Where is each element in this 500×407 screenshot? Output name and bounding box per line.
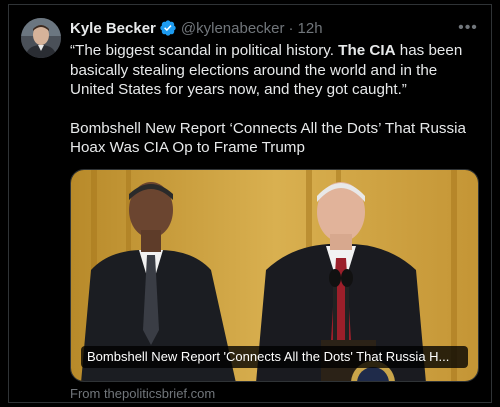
quote-open: “The biggest scandal in political histor…	[70, 42, 339, 59]
author-handle[interactable]: @kylenabecker	[181, 20, 285, 37]
link-card[interactable]: Bombshell New Report 'Connects All the D…	[70, 169, 479, 382]
more-options-icon[interactable]: •••	[458, 20, 478, 36]
verified-badge-icon	[159, 19, 177, 37]
header-separator: ·	[288, 19, 294, 37]
avatar[interactable]	[21, 18, 61, 58]
card-source[interactable]: From thepoliticsbrief.com	[70, 386, 215, 401]
tweet-text: “The biggest scandal in political histor…	[70, 41, 482, 158]
quote-bold: The CIA	[338, 42, 396, 59]
tweet-headline: Bombshell New Report ‘Connects All the D…	[70, 119, 466, 157]
tweet-header: Kyle Becker @kylenabecker · 12h	[70, 18, 323, 38]
tweet-quote: “The biggest scandal in political histor…	[70, 41, 482, 100]
card-title[interactable]: Bombshell New Report 'Connects All the D…	[81, 346, 468, 368]
author-name[interactable]: Kyle Becker	[70, 20, 156, 37]
tweet-timestamp[interactable]: 12h	[298, 20, 323, 37]
avatar-image	[21, 18, 61, 58]
